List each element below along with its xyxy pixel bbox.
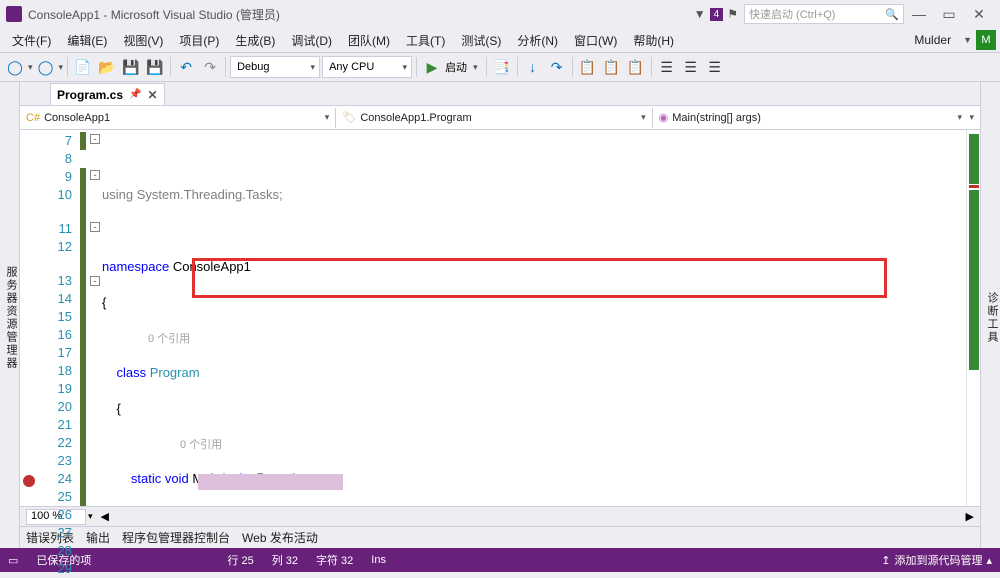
tool-icon-6[interactable]: ☰ [680,56,702,78]
breakpoint-icon[interactable] [23,475,35,487]
breakpoint-gutter[interactable] [20,130,40,506]
step-over-icon[interactable]: ↷ [546,56,568,78]
quick-launch-placeholder: 快速启动 (Ctrl+Q) [749,6,835,22]
search-icon: 🔍 [885,8,899,21]
window-title: ConsoleApp1 - Microsoft Visual Studio (管… [28,6,694,23]
editor-pane: Program.cs 📌 ✕ C#ConsoleApp1 🏷ConsoleApp… [20,82,980,548]
new-file-icon[interactable]: 📄 [72,56,94,78]
fold-icon[interactable]: - [90,170,100,180]
nav-split-dropdown[interactable] [970,108,978,128]
menu-analyze[interactable]: 分析(N) [509,30,566,51]
left-side-strip: 服务器资源管理器 工具箱 [0,82,20,548]
editor-footer: 100 % ▾ ◀ ▶ [20,506,980,526]
open-file-icon[interactable]: 📂 [96,56,118,78]
code-content[interactable]: using System.Threading.Tasks; namespace … [102,130,980,506]
highlight-readstream [198,474,343,490]
fold-icon[interactable]: - [90,134,100,144]
menu-project[interactable]: 项目(P) [171,30,227,51]
config-dropdown[interactable]: Debug [230,56,320,78]
notification-area[interactable]: ▼ 4 ⚑ [694,7,738,21]
menu-bar: 文件(F) 编辑(E) 视图(V) 项目(P) 生成(B) 调试(D) 团队(M… [0,28,1000,52]
tool-icon-2[interactable]: 📋 [577,56,599,78]
user-avatar[interactable]: M [976,30,996,50]
document-tabs: Program.cs 📌 ✕ [20,82,980,106]
vs-logo-icon [6,6,22,22]
menu-team[interactable]: 团队(M) [340,30,398,51]
code-editor[interactable]: 78910 1112 13141516171819202122232425262… [20,130,980,506]
right-side-strip: 诊断工具 属性 解决方案资源管理器 团队资源管理器 [980,82,1000,548]
status-line: 行 25 [227,552,253,568]
file-tab-label: Program.cs [57,88,123,102]
status-window-icon[interactable]: ▭ [8,554,18,567]
nav-project-dropdown[interactable]: C#ConsoleApp1 [22,108,333,128]
change-indicator [80,130,86,506]
scrollbar-overview[interactable] [966,130,980,506]
workspace: 服务器资源管理器 工具箱 Program.cs 📌 ✕ C#ConsoleApp… [0,82,1000,548]
quick-launch-input[interactable]: 快速启动 (Ctrl+Q) 🔍 [744,4,904,24]
menu-help[interactable]: 帮助(H) [625,30,682,51]
status-bar: ▭ 已保存的项 行 25 列 32 字符 32 Ins ↥ 添加到源代码管理 ▴ [0,548,1000,572]
status-char: 字符 32 [316,552,353,568]
save-all-icon[interactable]: 💾 [144,56,166,78]
menu-window[interactable]: 窗口(W) [566,30,625,51]
tab-output[interactable]: 输出 [86,529,110,546]
flag-icon[interactable]: ⚑ [727,7,738,21]
menu-file[interactable]: 文件(F) [4,30,59,51]
menu-edit[interactable]: 编辑(E) [59,30,115,51]
start-debug-button[interactable]: ▶ [421,56,443,78]
file-tab-program[interactable]: Program.cs 📌 ✕ [50,83,165,105]
maximize-button[interactable]: ▭ [934,2,964,26]
status-source-control[interactable]: ↥ 添加到源代码管理 ▴ [881,552,992,568]
close-button[interactable]: ✕ [964,2,994,26]
undo-icon[interactable]: ↶ [175,56,197,78]
close-tab-icon[interactable]: ✕ [147,88,157,102]
bottom-panel-tabs: 错误列表 输出 程序包管理器控制台 Web 发布活动 [20,526,980,548]
code-nav-bar: C#ConsoleApp1 🏷ConsoleApp1.Program ◉Main… [20,106,980,130]
title-bar: ConsoleApp1 - Microsoft Visual Studio (管… [0,0,1000,28]
menu-debug[interactable]: 调试(D) [283,30,340,51]
menu-test[interactable]: 测试(S) [453,30,509,51]
menu-tools[interactable]: 工具(T) [398,30,453,51]
tab-web-publish[interactable]: Web 发布活动 [242,529,318,546]
fold-gutter[interactable]: - - - - [88,130,102,506]
fold-icon[interactable]: - [90,276,100,286]
menu-build[interactable]: 生成(B) [227,30,283,51]
minimize-button[interactable]: — [904,2,934,26]
panel-server-explorer[interactable]: 服务器资源管理器 [3,266,19,370]
tool-icon-7[interactable]: ☰ [704,56,726,78]
nav-class-dropdown[interactable]: 🏷ConsoleApp1.Program [338,108,649,128]
tool-icon-3[interactable]: 📋 [601,56,623,78]
start-label[interactable]: 启动 [445,59,467,75]
status-ins: Ins [371,554,386,566]
platform-dropdown[interactable]: Any CPU [322,56,412,78]
tool-icon-1[interactable]: 📑 [491,56,513,78]
panel-diagnostics[interactable]: 诊断工具 [984,292,1000,344]
redo-icon[interactable]: ↷ [199,56,221,78]
tab-package-manager[interactable]: 程序包管理器控制台 [122,529,230,546]
tool-icon-5[interactable]: ☰ [656,56,678,78]
main-toolbar: ◯ ▾ ◯ ▾ 📄 📂 💾 💾 ↶ ↷ Debug Any CPU ▶ 启动 ▾… [0,52,1000,82]
save-icon[interactable]: 💾 [120,56,142,78]
notification-badge[interactable]: 4 [710,8,724,21]
pin-icon[interactable]: 📌 [129,89,141,100]
nav-method-dropdown[interactable]: ◉Main(string[] args) [655,108,966,128]
fold-icon[interactable]: - [90,222,100,232]
step-into-icon[interactable]: ↓ [522,56,544,78]
menu-view[interactable]: 视图(V) [115,30,171,51]
nav-back-icon[interactable]: ◯ [4,56,26,78]
status-col: 列 32 [272,552,298,568]
line-numbers: 78910 1112 13141516171819202122232425262… [40,130,80,506]
nav-fwd-icon[interactable]: ◯ [35,56,57,78]
tool-icon-4[interactable]: 📋 [625,56,647,78]
user-name[interactable]: Mulder [906,31,959,49]
